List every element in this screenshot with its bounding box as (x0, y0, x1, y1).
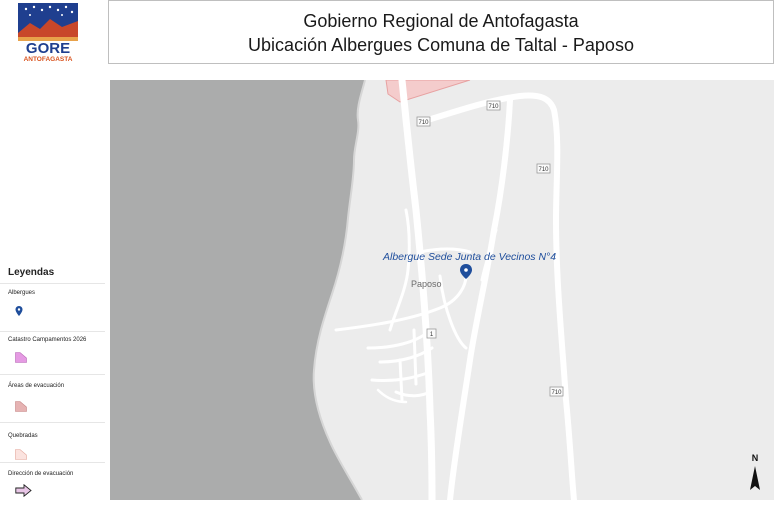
svg-text:710: 710 (488, 104, 499, 110)
legend-title: Leyendas (8, 267, 55, 278)
arrow-icon (15, 483, 32, 502)
legend-item-direccion: Dirección de evacuación (0, 462, 105, 501)
legend-item-areas: Áreas de evacuación (0, 374, 105, 423)
legend-item-albergues: Albergues (0, 283, 105, 332)
north-arrow-icon: N (746, 452, 764, 492)
legend-label: Áreas de evacuación (8, 383, 65, 389)
road-shield: 710 (549, 386, 564, 397)
town-label: Paposo (411, 279, 442, 289)
map-view[interactable]: 710 710 710 710 1 Albergue Sede Junta de… (110, 76, 774, 504)
gore-logo: GORE ANTOFAGASTA (18, 3, 78, 63)
map-canvas: 710 710 710 710 1 Albergue Sede Junta de… (110, 76, 774, 504)
legend-label: Quebradas (8, 433, 38, 439)
legend-label: Dirección de evacuación (8, 471, 74, 477)
svg-text:710: 710 (538, 167, 549, 173)
title-line-1: Gobierno Regional de Antofagasta (303, 11, 579, 31)
road-shield: 710 (486, 100, 501, 111)
legend-item-quebradas: Quebradas (0, 422, 105, 463)
legend-label: Albergues (8, 290, 36, 296)
road-shield: 710 (416, 116, 431, 127)
pin-icon (15, 303, 23, 321)
svg-text:710: 710 (551, 390, 562, 396)
shelter-label: Albergue Sede Junta de Vecinos N°4 (382, 251, 556, 263)
legend-item-campamentos: Catastro Campamentos 2026 (0, 331, 105, 380)
campamento-swatch-icon (15, 350, 27, 368)
evacuation-area-swatch-icon (15, 399, 27, 417)
logo-subtext: ANTOFAGASTA (24, 56, 73, 63)
north-label: N (752, 453, 759, 463)
legend-label: Catastro Campamentos 2026 (8, 337, 87, 343)
svg-text:710: 710 (418, 120, 429, 126)
road-shield: 1 (426, 328, 437, 339)
road-shield: 710 (536, 163, 551, 174)
title-line-2: Ubicación Albergues Comuna de Taltal - P… (248, 35, 634, 55)
title-box: Gobierno Regional de Antofagasta Ubicaci… (108, 0, 774, 64)
logo-text: GORE (26, 40, 70, 57)
